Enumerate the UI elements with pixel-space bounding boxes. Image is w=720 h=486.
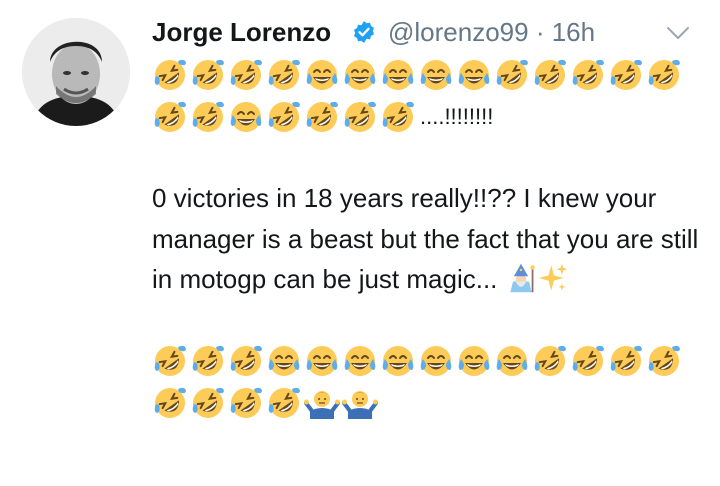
rolling-on-floor-laughing-icon xyxy=(230,59,262,90)
rolling-on-floor-laughing-icon xyxy=(496,59,528,90)
rolling-on-floor-laughing-icon xyxy=(382,101,414,132)
rolling-on-floor-laughing-icon xyxy=(610,59,642,90)
face-with-tears-of-joy-icon xyxy=(268,345,300,376)
rolling-on-floor-laughing-icon xyxy=(154,101,186,132)
rolling-on-floor-laughing-icon xyxy=(268,101,300,132)
author-avatar[interactable] xyxy=(22,18,130,126)
rolling-on-floor-laughing-icon xyxy=(268,59,300,90)
verified-badge-icon xyxy=(352,20,376,44)
rolling-on-floor-laughing-icon xyxy=(192,345,224,376)
rolling-on-floor-laughing-icon xyxy=(154,59,186,90)
face-with-tears-of-joy-icon xyxy=(420,345,452,376)
face-with-tears-of-joy-icon xyxy=(344,60,376,90)
rolling-on-floor-laughing-icon xyxy=(192,387,224,418)
face-with-tears-of-joy-icon xyxy=(496,345,528,376)
rolling-on-floor-laughing-icon xyxy=(154,345,186,376)
rolling-on-floor-laughing-icon xyxy=(192,59,224,90)
sparkles-icon xyxy=(538,263,567,291)
rolling-on-floor-laughing-icon xyxy=(572,345,604,376)
tweet-body: ....!!!!!!!! 0 victories in 18 years rea… xyxy=(152,54,707,424)
face-with-tears-of-joy-icon xyxy=(306,345,338,376)
rolling-on-floor-laughing-icon xyxy=(192,101,224,132)
face-with-tears-of-joy-icon xyxy=(382,60,414,90)
rolling-on-floor-laughing-icon xyxy=(268,387,300,418)
chevron-down-icon[interactable] xyxy=(666,24,690,42)
separator: · xyxy=(528,17,552,47)
rolling-on-floor-laughing-icon xyxy=(648,59,680,90)
face-with-tears-of-joy-icon xyxy=(458,345,490,376)
tweet-text: 0 victories in 18 years really!!?? I kne… xyxy=(152,178,707,300)
rolling-on-floor-laughing-icon xyxy=(610,345,642,376)
handle-and-time: @lorenzo99 · 16h xyxy=(388,14,595,50)
author-name[interactable]: Jorge Lorenzo xyxy=(152,14,331,50)
rolling-on-floor-laughing-icon xyxy=(230,387,262,418)
avatar-photo xyxy=(22,18,130,126)
rolling-on-floor-laughing-icon xyxy=(344,101,376,132)
author-handle[interactable]: @lorenzo99 xyxy=(388,17,529,47)
face-with-tears-of-joy-icon xyxy=(382,345,414,376)
rolling-on-floor-laughing-icon xyxy=(572,59,604,90)
message-text: 0 victories in 18 years really!!?? I kne… xyxy=(152,183,699,294)
face-with-tears-of-joy-icon xyxy=(306,60,338,90)
emoji-line-4 xyxy=(152,382,707,424)
rolling-on-floor-laughing-icon xyxy=(230,345,262,376)
rolling-on-floor-laughing-icon xyxy=(648,345,680,376)
rolling-on-floor-laughing-icon xyxy=(534,59,566,90)
emoji-line-1 xyxy=(152,54,707,96)
face-with-tears-of-joy-icon xyxy=(458,60,490,90)
mage-icon xyxy=(509,263,535,293)
rolling-on-floor-laughing-icon xyxy=(154,387,186,418)
timestamp[interactable]: 16h xyxy=(552,17,595,47)
rolling-on-floor-laughing-icon xyxy=(306,101,338,132)
face-with-tears-of-joy-icon xyxy=(344,345,376,376)
man-shrugging-icon xyxy=(304,390,340,419)
face-with-tears-of-joy-icon xyxy=(230,102,262,132)
emoji-line-2: ....!!!!!!!! xyxy=(152,96,707,138)
man-shrugging-icon xyxy=(342,390,378,419)
rolling-on-floor-laughing-icon xyxy=(534,345,566,376)
message-emojis xyxy=(505,263,569,294)
emoji-line-3 xyxy=(152,340,707,382)
face-with-tears-of-joy-icon xyxy=(420,60,452,90)
trailing-punctuation: ....!!!!!!!! xyxy=(420,104,494,129)
tweet-header: Jorge Lorenzo @lorenzo99 · 16h xyxy=(152,14,702,50)
